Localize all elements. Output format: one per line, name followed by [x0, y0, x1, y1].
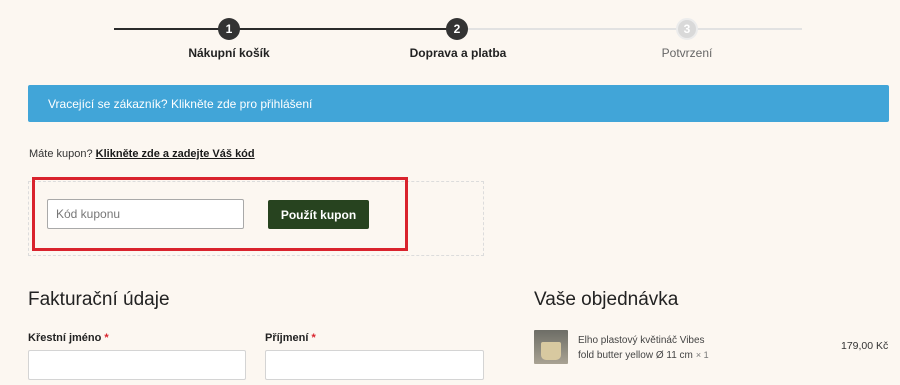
- returning-customer-banner[interactable]: Vracející se zákazník? Klikněte zde pro …: [28, 85, 889, 122]
- last-name-label-text: Příjmení: [265, 332, 309, 344]
- required-mark: *: [311, 332, 316, 344]
- order-item-name-line1: Elho plastový květináč Vibes: [578, 335, 705, 346]
- step-1-number: 1: [225, 22, 233, 36]
- coupon-code-input[interactable]: [47, 199, 244, 229]
- first-name-input[interactable]: [28, 350, 246, 380]
- step-progress-line: [114, 28, 457, 30]
- step-2-circle[interactable]: 2: [446, 18, 468, 40]
- first-name-label-text: Křestní jméno: [28, 332, 102, 344]
- step-remaining-line: [457, 28, 802, 30]
- order-item-name: Elho plastový květináč Vibes fold butter…: [578, 333, 728, 363]
- step-3-circle: 3: [676, 18, 698, 40]
- billing-title: Fakturační údaje: [28, 289, 170, 310]
- order-title: Vaše objednávka: [534, 289, 679, 310]
- flower-pot-image[interactable]: [534, 330, 568, 364]
- step-1-circle[interactable]: 1: [218, 18, 240, 40]
- last-name-label: Příjmení *: [265, 332, 316, 344]
- required-mark: *: [104, 332, 109, 344]
- pot-shape: [541, 342, 561, 360]
- step-2-number: 2: [453, 22, 461, 36]
- first-name-label: Křestní jméno *: [28, 332, 109, 344]
- order-item-price: 179,00 Kč: [841, 340, 889, 352]
- last-name-input[interactable]: [265, 350, 484, 380]
- returning-customer-text[interactable]: Vracející se zákazník? Klikněte zde pro …: [48, 97, 312, 111]
- checkout-stepper: 1 Nákupní košík 2 Doprava a platba 3 Pot…: [0, 0, 900, 70]
- coupon-prompt: Máte kupon? Klikněte zde a zadejte Váš k…: [29, 148, 255, 160]
- coupon-prompt-text: Máte kupon?: [29, 148, 93, 160]
- step-2-label[interactable]: Doprava a platba: [378, 46, 538, 60]
- order-item-quantity: × 1: [695, 350, 709, 360]
- step-1-label[interactable]: Nákupní košík: [149, 46, 309, 60]
- apply-coupon-button[interactable]: Použít kupon: [268, 200, 369, 229]
- step-3-label: Potvrzení: [661, 46, 713, 60]
- enter-coupon-link[interactable]: Klikněte zde a zadejte Váš kód: [96, 148, 255, 160]
- order-item-name-line2: fold butter yellow Ø 11 cm: [578, 350, 693, 361]
- step-3-number: 3: [683, 22, 691, 36]
